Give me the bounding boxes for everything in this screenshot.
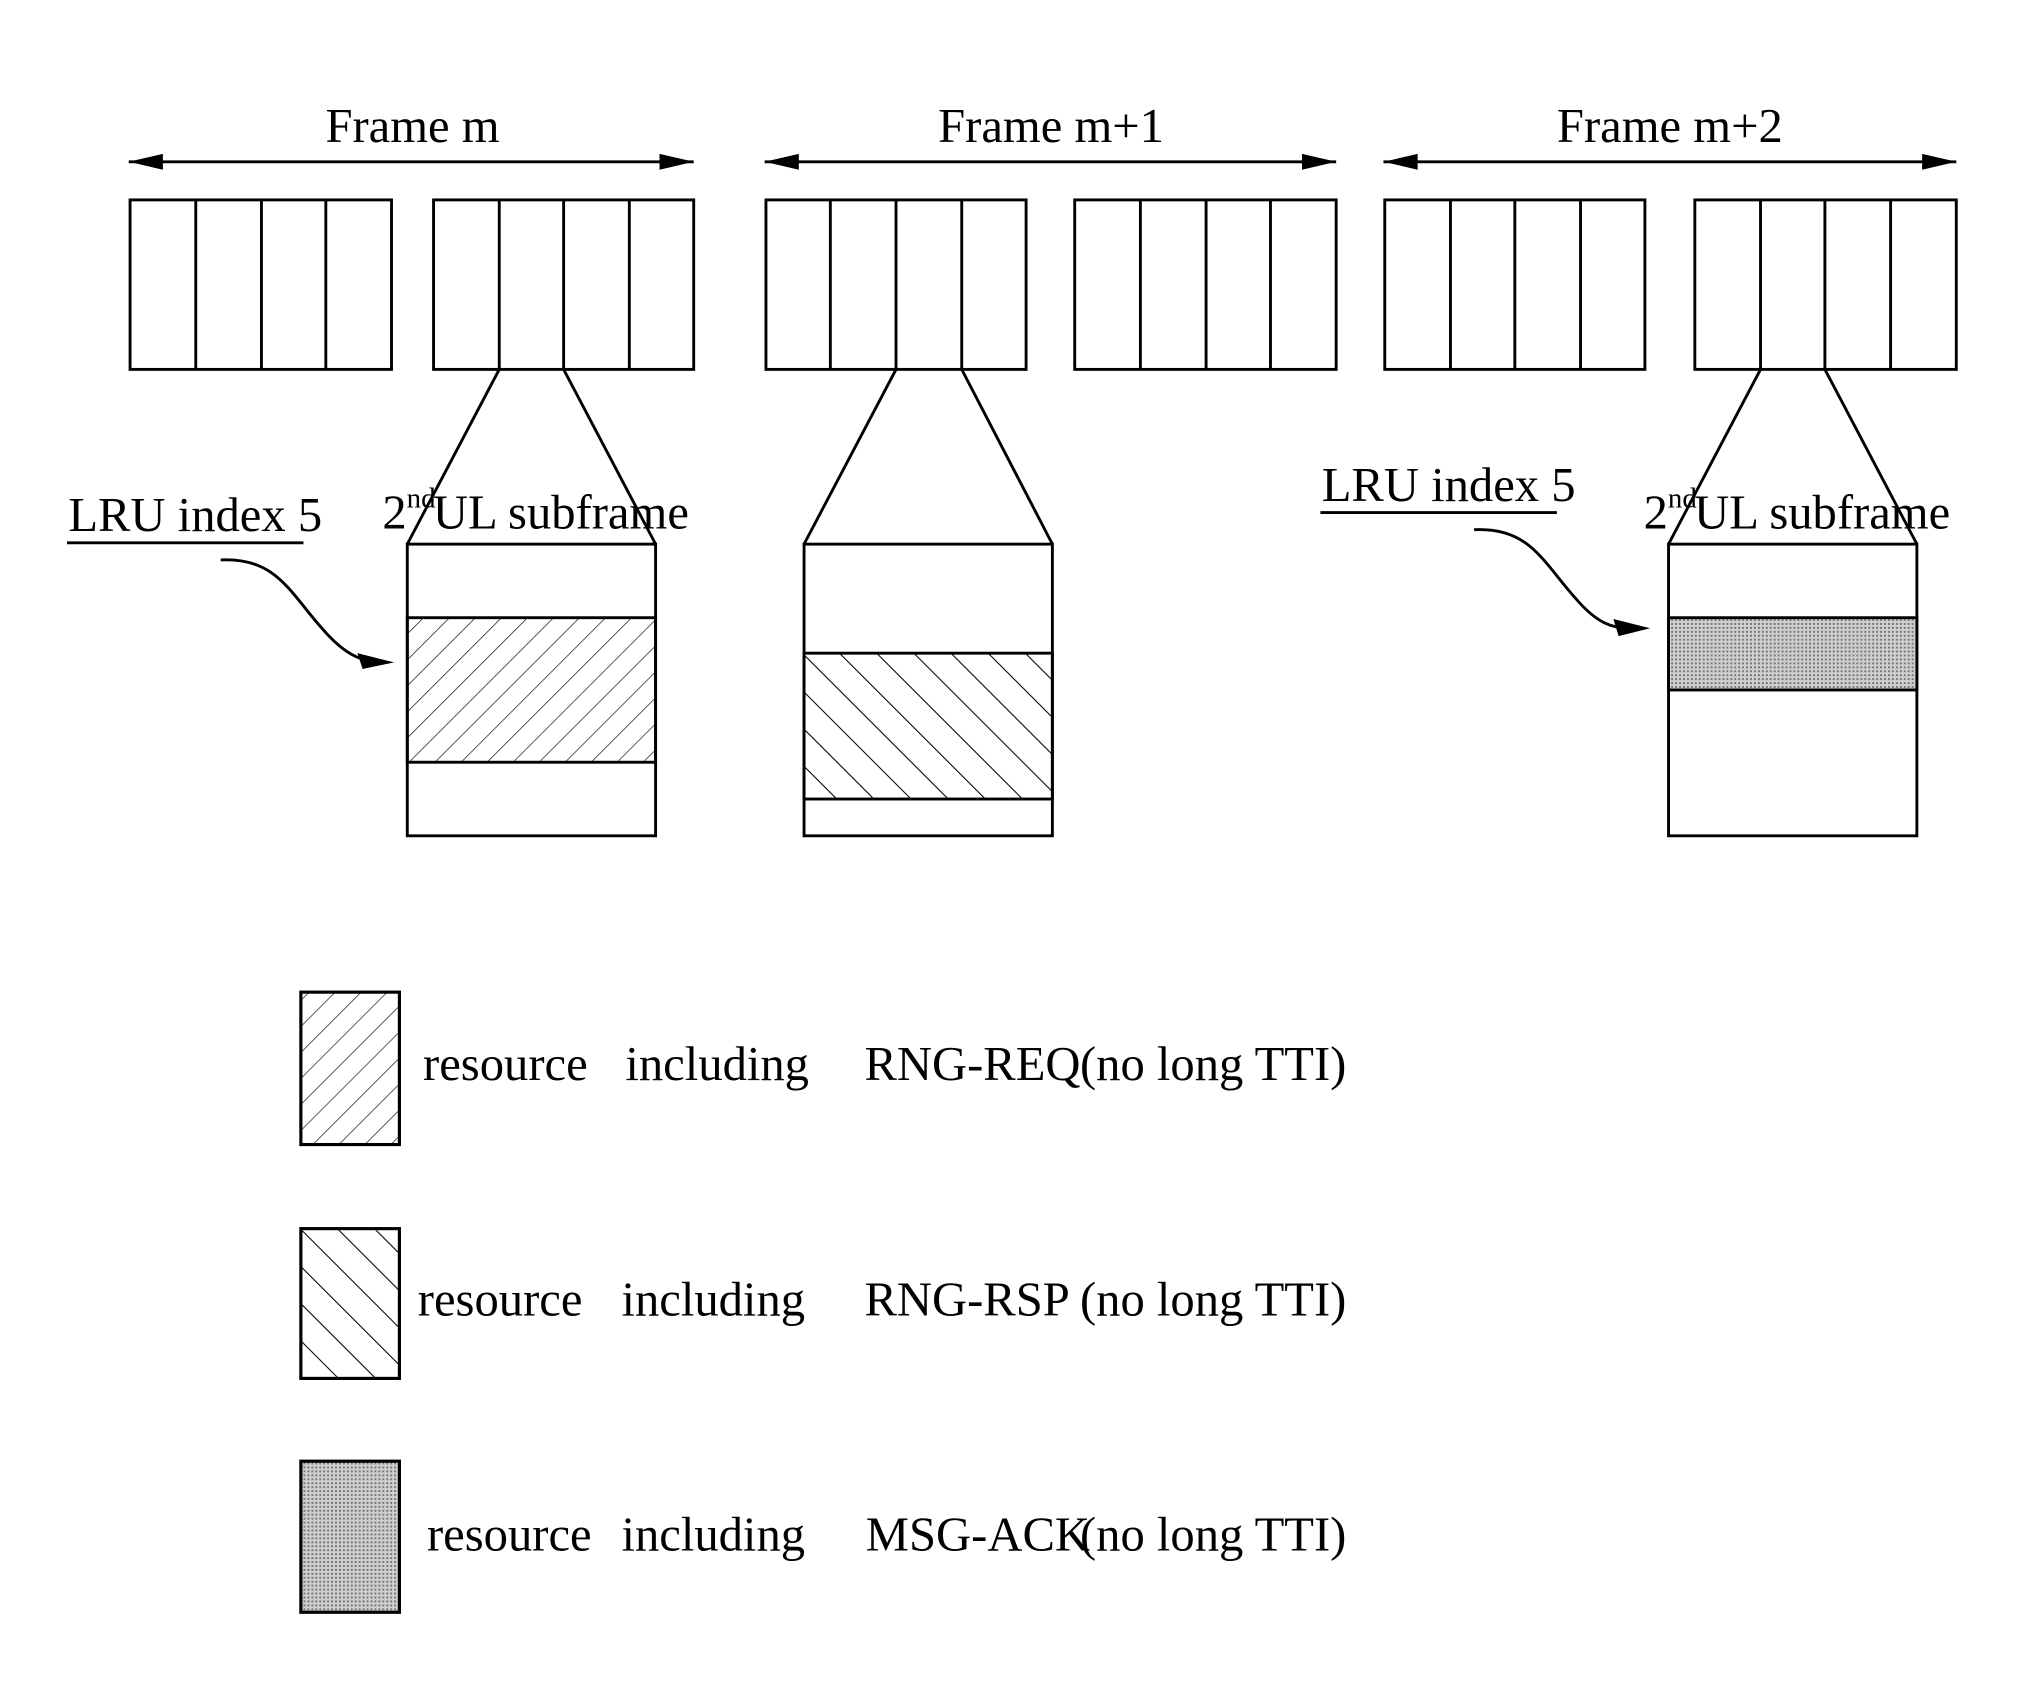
legend-word-resource: resource [423, 1037, 588, 1091]
expanded-subframe-frame-m2 [1667, 542, 1919, 838]
legend-swatch-dotted [299, 1459, 401, 1614]
subframe-group-3 [764, 198, 1028, 371]
legend-swatch-backward-hatch [299, 1227, 401, 1380]
legend-note: (no long TTI) [1080, 1037, 1346, 1091]
legend-item-msg-ack: resource including MSG-ACK (no long TTI) [299, 1459, 1346, 1614]
legend-word-including: including [625, 1037, 809, 1091]
msg-ack-resource-block [1667, 616, 1919, 692]
subframe-group-4 [1073, 198, 1338, 371]
legend-swatch-forward-hatch [299, 990, 401, 1147]
legend-word-resource: resource [418, 1272, 583, 1326]
lru-index-label-right: LRU index 5 [1322, 458, 1576, 512]
frame-m1-label: Frame m+1 [938, 99, 1164, 153]
legend-note: (no long TTI) [1080, 1272, 1346, 1326]
legend-item-rng-req: resource including RNG-REQ (no long TTI) [299, 990, 1346, 1147]
legend-note: (no long TTI) [1080, 1508, 1346, 1562]
subframe-group-5 [1383, 198, 1647, 371]
legend-item-rng-rsp: resource including RNG-RSP (no long TTI) [299, 1227, 1346, 1380]
legend-word-including: including [621, 1508, 805, 1562]
expanded-subframe-frame-m1 [802, 542, 1054, 838]
ul-subframe-label-left: 2ndUL subframe [382, 482, 689, 539]
legend: resource including RNG-REQ (no long TTI)… [299, 990, 1346, 1614]
legend-word-resource: resource [427, 1508, 592, 1562]
ul-subframe-label-right: 2ndUL subframe [1644, 482, 1951, 539]
rng-req-resource-block [405, 616, 658, 764]
rng-rsp-resource-block [802, 651, 1054, 801]
subframe-group-2 [432, 198, 696, 371]
subframe-group-1 [128, 198, 393, 371]
lru-leader-arrow-left [220, 558, 395, 669]
subframe-group-6 [1693, 198, 1958, 371]
frame-structure-diagram: Frame m Frame m+1 Frame m+2 2ndUL subfra… [67, 99, 1958, 1614]
frame-m1-span-arrow [764, 153, 1337, 170]
frame-m-label: Frame m [325, 99, 499, 153]
expansion-lines-frame-m1 [802, 368, 1054, 545]
legend-message: MSG-ACK [866, 1508, 1090, 1562]
frame-m-span-arrow [128, 153, 694, 170]
frame-m2-label: Frame m+2 [1557, 99, 1783, 153]
expanded-subframe-frame-m [405, 542, 658, 838]
frame-m2-span-arrow [1383, 153, 1957, 170]
legend-message: RNG-REQ [864, 1037, 1080, 1091]
lru-index-label-left: LRU index 5 [68, 488, 322, 542]
legend-message: RNG-RSP [864, 1272, 1069, 1326]
legend-word-including: including [621, 1272, 805, 1326]
lru-leader-arrow-right [1474, 528, 1651, 637]
